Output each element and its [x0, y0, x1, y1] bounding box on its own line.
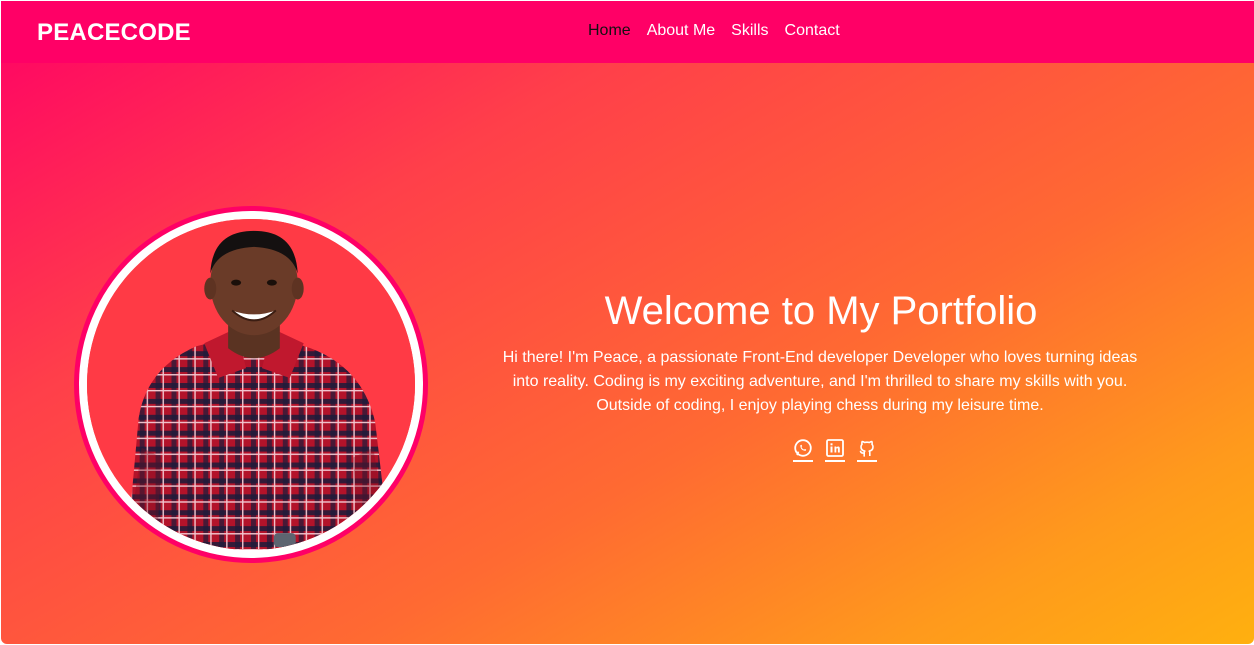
- linkedin-link[interactable]: [825, 438, 845, 462]
- person-illustration: [87, 219, 415, 550]
- navbar: PEACECODE Home About Me Skills Contact: [1, 1, 1254, 63]
- nav-link-skills[interactable]: Skills: [731, 22, 768, 40]
- github-link[interactable]: [857, 438, 877, 462]
- portfolio-page: PEACECODE Home About Me Skills Contact W…: [1, 1, 1254, 644]
- linkedin-icon: [826, 439, 844, 457]
- github-icon: [859, 440, 874, 457]
- nav-links: Home About Me Skills Contact: [588, 22, 840, 40]
- profile-photo: [87, 219, 415, 550]
- hero-title: Welcome to My Portfolio: [604, 289, 1038, 333]
- social-links: [793, 438, 877, 462]
- nav-link-contact[interactable]: Contact: [785, 22, 840, 40]
- nav-link-home[interactable]: Home: [588, 22, 631, 40]
- whatsapp-link[interactable]: [793, 438, 813, 462]
- profile-photo-frame: [74, 206, 428, 563]
- whatsapp-icon: [794, 439, 812, 457]
- hero-intro: Hi there! I'm Peace, a passionate Front-…: [502, 349, 1138, 414]
- nav-link-about-me[interactable]: About Me: [647, 22, 715, 40]
- brand-logo[interactable]: PEACECODE: [37, 19, 191, 47]
